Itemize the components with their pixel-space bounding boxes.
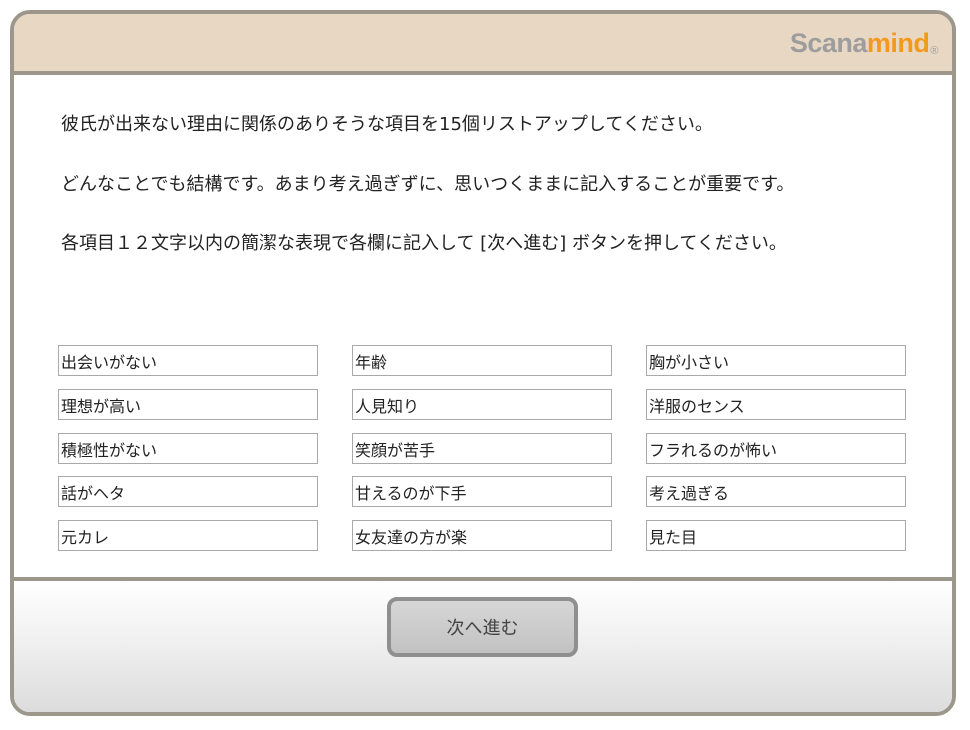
registered-mark: ® bbox=[930, 45, 938, 57]
question-content: 彼氏が出来ない理由に関係のありそうな項目を15個リストアップしてください。 どん… bbox=[14, 75, 952, 577]
answer-input-6[interactable] bbox=[646, 389, 906, 420]
answer-input-3[interactable] bbox=[646, 345, 906, 376]
instruction-text-3: 各項目１２文字以内の簡潔な表現で各欄に記入して [次へ進む] ボタンを押してくだ… bbox=[61, 233, 787, 254]
logo-text-mind: mind bbox=[866, 28, 930, 58]
survey-frame: Scanamind® 彼氏が出来ない理由に関係のありそうな項目を15個リストアッ… bbox=[10, 10, 956, 716]
answer-input-8[interactable] bbox=[352, 433, 612, 464]
answer-input-12[interactable] bbox=[646, 476, 906, 507]
footer-bar: 次へ進む bbox=[14, 577, 952, 712]
answer-input-2[interactable] bbox=[352, 345, 612, 376]
answer-input-15[interactable] bbox=[646, 520, 906, 551]
instruction-text-1: 彼氏が出来ない理由に関係のありそうな項目を15個リストアップしてください。 bbox=[61, 114, 713, 135]
answer-input-1[interactable] bbox=[58, 345, 318, 376]
answer-input-11[interactable] bbox=[352, 476, 612, 507]
next-button[interactable]: 次へ進む bbox=[387, 597, 578, 657]
answer-input-13[interactable] bbox=[58, 520, 318, 551]
instruction-text-2: どんなことでも結構です。あまり考え過ぎずに、思いつくままに記入することが重要です… bbox=[61, 174, 795, 195]
answer-input-14[interactable] bbox=[352, 520, 612, 551]
answer-input-4[interactable] bbox=[58, 389, 318, 420]
answer-input-5[interactable] bbox=[352, 389, 612, 420]
scanamind-logo: Scanamind® bbox=[789, 28, 939, 66]
answer-input-9[interactable] bbox=[646, 433, 906, 464]
header-bar: Scanamind® bbox=[14, 14, 952, 75]
answer-input-10[interactable] bbox=[58, 476, 318, 507]
logo-text-scana: Scana bbox=[789, 28, 868, 58]
answer-input-7[interactable] bbox=[58, 433, 318, 464]
